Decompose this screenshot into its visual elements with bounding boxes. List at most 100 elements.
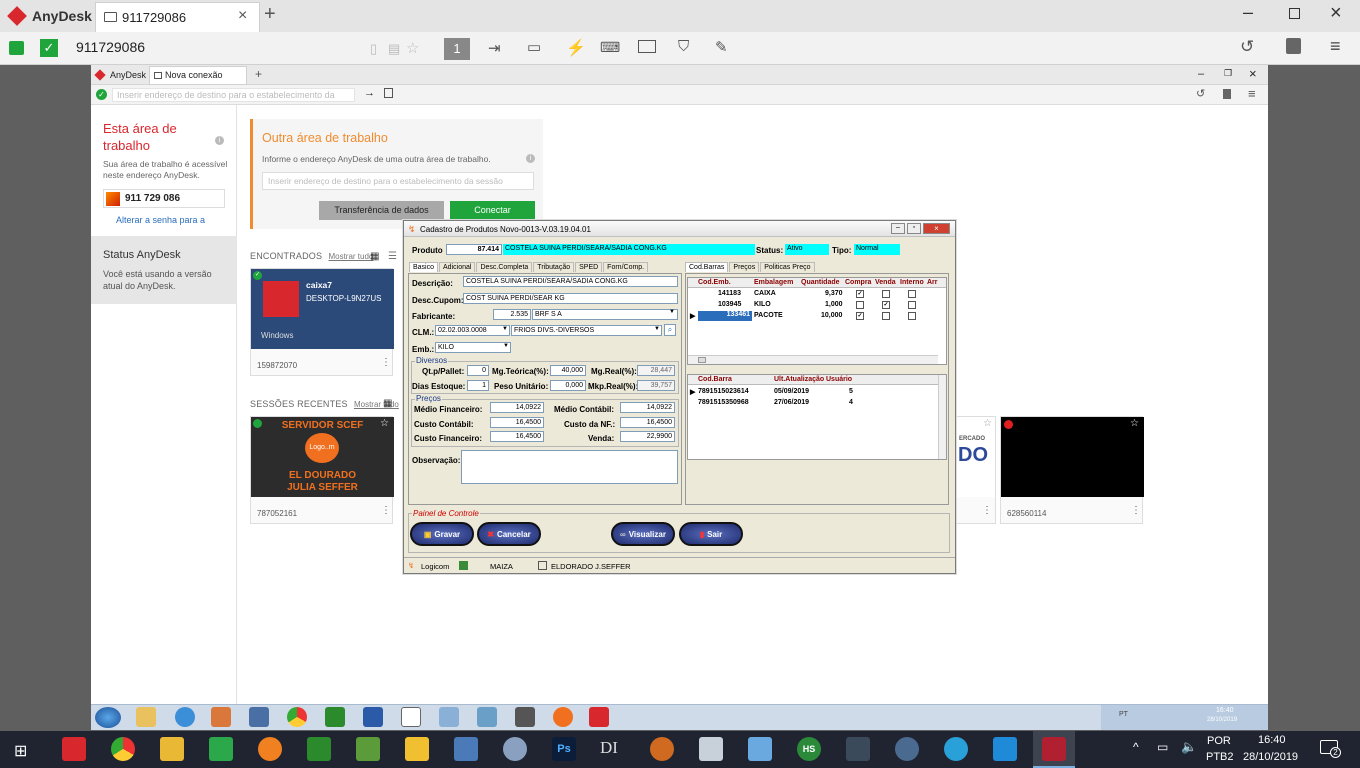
di-taskbar-icon[interactable]: DI (600, 738, 618, 758)
tab-tributacao[interactable]: Tributação (533, 262, 575, 272)
visualizar-button[interactable]: ∞ Visualizar (611, 522, 675, 546)
col-ult-atualizacao[interactable]: Ult.Atualização (774, 376, 824, 383)
new-tab-icon[interactable]: + (264, 3, 276, 26)
anydesk-active-task[interactable] (1033, 731, 1075, 768)
remote-chrome-icon[interactable] (287, 707, 307, 727)
row-venda-checkbox[interactable] (882, 312, 890, 320)
custo-nf-field[interactable]: 16,4500 (620, 417, 675, 428)
chat-icon[interactable]: ▭ (527, 38, 541, 56)
inner-close-icon[interactable]: × (1249, 66, 1257, 81)
tray-lang-2[interactable]: PTB2 (1206, 751, 1234, 763)
paint-taskbar-icon[interactable] (503, 737, 527, 761)
box-taskbar-icon[interactable] (748, 737, 772, 761)
inner-file-transfer-icon[interactable] (384, 88, 393, 98)
helmet-taskbar-icon[interactable] (846, 737, 870, 761)
barcode-vscrollbar[interactable] (938, 375, 946, 459)
found-card-menu-icon[interactable]: ⋮ (381, 357, 391, 368)
tray-date[interactable]: 28/10/2019 (1243, 751, 1298, 763)
custo-fin-field[interactable]: 16,4500 (490, 431, 544, 442)
restore-icon[interactable] (1289, 8, 1300, 19)
download-icon[interactable] (1286, 38, 1301, 54)
vscode-taskbar-icon[interactable] (993, 737, 1017, 761)
row-interno-checkbox[interactable] (908, 290, 916, 298)
recent-card-2[interactable]: ERCADO DO ☆ ⋮ (956, 416, 996, 524)
qt-pallet-field[interactable]: 0 (467, 365, 489, 376)
recent-grid-view-icon[interactable]: ▦ (383, 398, 392, 409)
tab-sped[interactable]: SPED (575, 262, 603, 272)
clm-name-select[interactable]: FRIOS DIVS.-DIVERSOS (511, 325, 662, 336)
hamburger-menu-icon[interactable]: ≡ (1330, 36, 1341, 57)
medio-fin-field[interactable]: 14,0922 (490, 402, 544, 413)
favorite-star-icon[interactable]: ☆ (406, 39, 419, 57)
col-embalagem[interactable]: Embalagem (754, 279, 793, 286)
clm-search-icon[interactable]: ⌕ (664, 324, 676, 336)
network-app-taskbar-icon[interactable] (307, 737, 331, 761)
hand-app-taskbar-icon[interactable] (405, 737, 429, 761)
tab-basico[interactable]: Basico (409, 262, 439, 272)
tab-remote-session[interactable]: 911729086 × (95, 2, 260, 32)
remote-app-icon[interactable] (363, 707, 383, 727)
remote-anydesk-icon[interactable] (589, 707, 609, 727)
descricao-field[interactable]: COSTELA SUINA PERDI/SEARA/SADIA CONG.KG (463, 276, 678, 287)
recent-card[interactable]: SERVIDOR SCEF Logo..m EL DOURADO JULIA S… (250, 416, 394, 524)
recent-card-2-star-icon[interactable]: ☆ (983, 418, 992, 429)
recent-card-3[interactable]: ☆ 628560114 ⋮ (1000, 416, 1144, 524)
tab-precos[interactable]: Preços (729, 262, 760, 272)
emb-select[interactable]: KILO (435, 342, 511, 353)
inner-history-icon[interactable]: ↺ (1196, 87, 1205, 100)
remote-explorer-icon[interactable] (136, 707, 156, 727)
row-venda-checkbox[interactable]: ✓ (882, 301, 890, 309)
other-address-input[interactable]: Inserir endereço de destino para o estab… (262, 172, 534, 190)
row-venda-checkbox[interactable] (882, 290, 890, 298)
tipo-field[interactable]: Normal (854, 244, 900, 255)
change-password-link[interactable]: Alterar a senha para a (116, 215, 205, 225)
cupom-field[interactable]: COST SUINA PERDI/SEAR KG (463, 293, 678, 304)
found-card[interactable]: caixa7 DESKTOP-L9N27US Windows ✓ 1598720… (250, 268, 394, 376)
pingu-taskbar-icon[interactable] (650, 737, 674, 761)
recent-card-3-menu-icon[interactable]: ⋮ (1131, 505, 1141, 516)
col-venda[interactable]: Venda (875, 279, 896, 286)
files-taskbar-icon[interactable] (454, 737, 478, 761)
medio-cont-field[interactable]: 14,0922 (620, 402, 675, 413)
venda-field[interactable]: 22,9900 (620, 431, 675, 442)
list-view-icon[interactable]: ☰ (388, 251, 397, 262)
whiteboard-pen-icon[interactable]: ✎ (715, 38, 728, 56)
display-number-button[interactable]: 1 (444, 38, 470, 60)
recent-star-icon[interactable]: ☆ (380, 418, 389, 429)
anydesk-taskbar-icon[interactable] (62, 737, 86, 761)
col-arr[interactable]: Arr (927, 279, 938, 286)
fabricante-code-field[interactable]: 2.535 (493, 309, 531, 320)
remote-eye-icon[interactable] (325, 707, 345, 727)
inner-new-tab-icon[interactable]: + (255, 67, 262, 81)
found-show-all-link[interactable]: Mostrar tudo (328, 252, 373, 261)
clm-name-dropdown-icon[interactable]: ▼ (654, 326, 660, 332)
tray-chevron-icon[interactable]: ^ (1133, 740, 1139, 754)
table-row[interactable]: 141183 CAIXA 9,370 ✓ (688, 290, 946, 300)
tray-lang-1[interactable]: POR (1207, 735, 1231, 747)
camtasia-taskbar-icon[interactable] (209, 737, 233, 761)
remote-calc-icon[interactable] (439, 707, 459, 727)
switch-sides-icon[interactable]: ⇥ (488, 39, 501, 57)
col-compra[interactable]: Compra (845, 279, 871, 286)
explorer-taskbar-icon[interactable] (160, 737, 184, 761)
remote-media-icon[interactable] (211, 707, 231, 727)
remote-network-icon[interactable] (249, 707, 269, 727)
clm-dropdown-icon[interactable]: ▼ (502, 326, 508, 332)
dias-estoque-field[interactable]: 1 (467, 380, 489, 391)
recent-card-3-star-icon[interactable]: ☆ (1130, 418, 1139, 429)
col-usuario[interactable]: Usuário (826, 376, 852, 383)
row-interno-checkbox[interactable] (908, 301, 916, 309)
network-icon[interactable]: ▭ (1157, 740, 1168, 754)
hs-taskbar-icon[interactable]: HS (797, 737, 821, 761)
address-field[interactable]: 911729086 (76, 39, 145, 55)
peso-unit-field[interactable]: 0,000 (550, 380, 586, 391)
embalagem-hscrollbar[interactable] (688, 355, 938, 364)
inner-download-icon[interactable] (1223, 89, 1231, 99)
history-icon[interactable]: ↺ (1240, 37, 1254, 57)
row-compra-checkbox[interactable]: ✓ (856, 312, 864, 320)
info-icon[interactable]: i (215, 136, 224, 145)
close-tab-icon[interactable]: × (238, 7, 247, 25)
inner-address-input[interactable]: Inserir endereço de destino para o estab… (112, 88, 355, 102)
table-row[interactable]: 103945 KILO 1,000 ✓ (688, 301, 946, 311)
close-window-icon[interactable]: × (1330, 2, 1342, 25)
